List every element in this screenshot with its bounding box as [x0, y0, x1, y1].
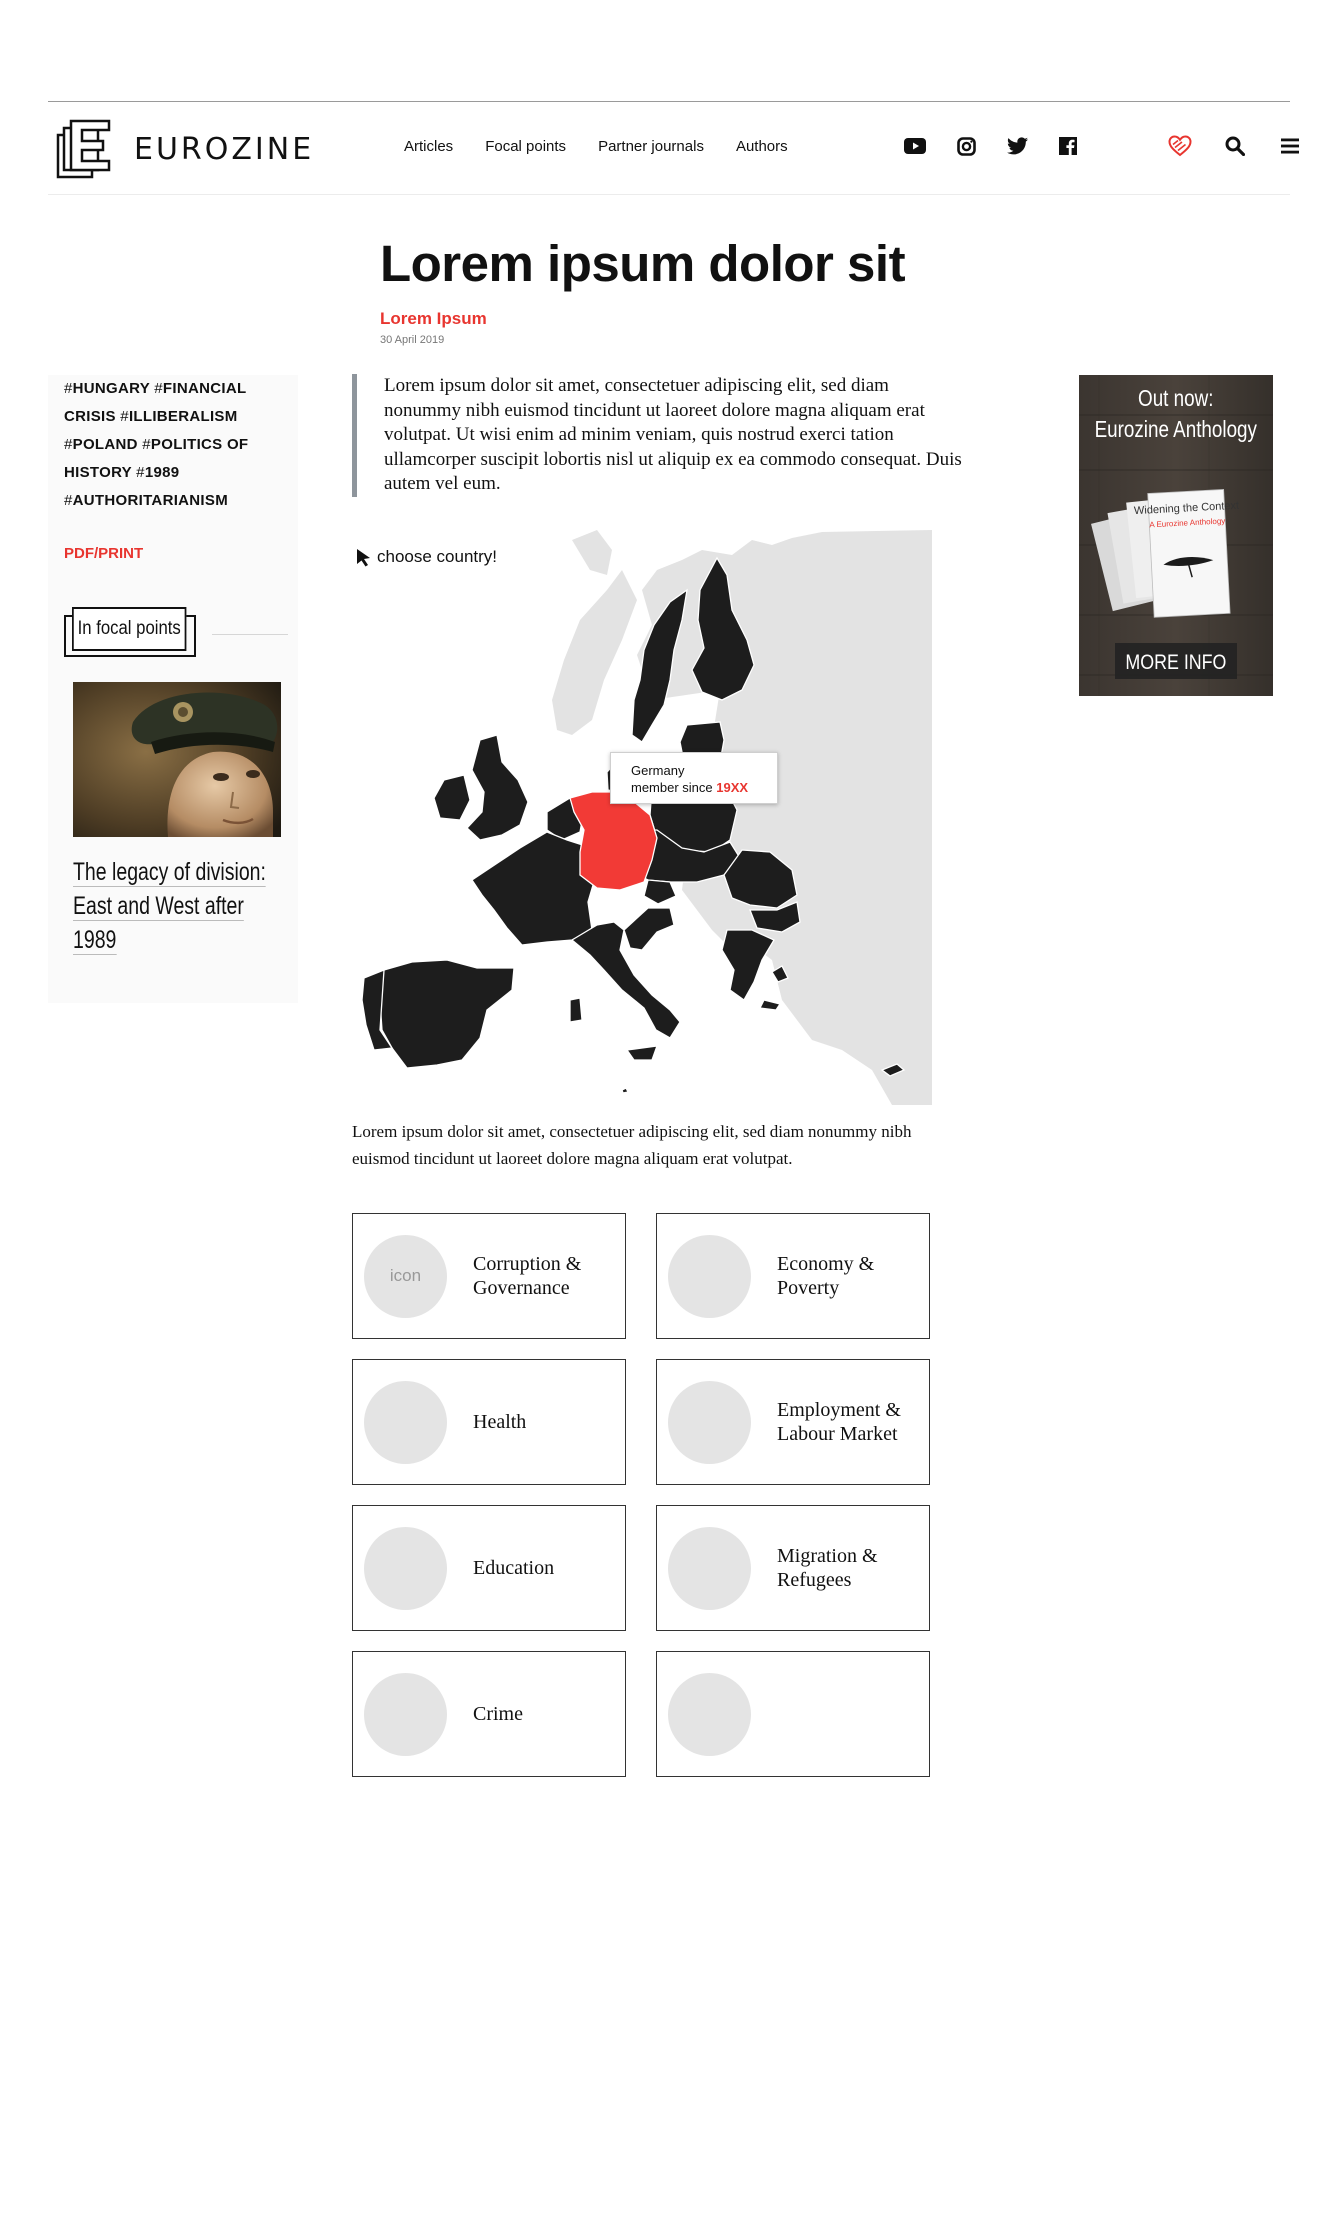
- focal-title-line-3: 1989: [73, 926, 117, 955]
- focal-points-heading-text: In focal points: [72, 607, 187, 651]
- category-icon-placeholder: [364, 1380, 447, 1464]
- category-card-economy[interactable]: Economy & Poverty: [656, 1213, 930, 1339]
- category-label: Health: [473, 1411, 527, 1433]
- article-lead: Lorem ipsum dolor sit amet, consectetuer…: [352, 374, 964, 497]
- article-date: 30 April 2019: [380, 334, 445, 346]
- header-bottom-rule: [48, 194, 1290, 195]
- ad-headline-1: Out now:: [1138, 386, 1213, 411]
- anthology-ad[interactable]: Out now: Eurozine Anthology Widening the…: [1079, 375, 1273, 696]
- category-icon-placeholder: [364, 1672, 447, 1756]
- cursor-arrow-icon: [357, 549, 370, 567]
- focal-point-image[interactable]: [73, 682, 281, 837]
- category-label: Education: [473, 1557, 555, 1579]
- nav-partner-journals[interactable]: Partner journals: [598, 138, 704, 155]
- category-label: Corruption & Governance: [473, 1253, 582, 1299]
- article-title: Lorem ipsum dolor sit: [380, 235, 906, 292]
- category-card-employment[interactable]: Employment & Labour Market: [656, 1359, 930, 1485]
- category-icon-placeholder: [668, 1672, 751, 1756]
- category-icon-placeholder: [364, 1526, 447, 1610]
- tag-1989[interactable]: #1989: [136, 464, 179, 481]
- article-author[interactable]: Lorem Ipsum: [380, 309, 487, 329]
- twitter-icon[interactable]: [1006, 135, 1028, 157]
- tooltip-membership: member since 19XX: [631, 780, 749, 795]
- eurozine-logo-icon: [56, 119, 111, 179]
- header-top-rule: [48, 101, 1290, 102]
- nav-focal-points[interactable]: Focal points: [485, 138, 566, 155]
- category-card-empty[interactable]: [656, 1651, 930, 1777]
- ad-more-info-button[interactable]: MORE INFO: [1125, 651, 1226, 675]
- category-icon-placeholder: [668, 1526, 751, 1610]
- choose-country-prompt[interactable]: choose country!: [355, 547, 497, 567]
- map-germany: [569, 791, 658, 891]
- tag-list: #HUNGARY #FINANCIAL CRISIS #ILLIBERALISM…: [64, 375, 289, 515]
- focal-point-title[interactable]: The legacy of division: East and West af…: [73, 855, 291, 957]
- youtube-icon[interactable]: [904, 135, 926, 157]
- tag-illiberalism[interactable]: #ILLIBERALISM: [120, 408, 237, 425]
- article-body-paragraph: Lorem ipsum dolor sit amet, consectetuer…: [352, 1122, 912, 1168]
- category-card-education[interactable]: Education: [352, 1505, 626, 1631]
- tag-poland[interactable]: #POLAND: [64, 436, 138, 453]
- support-heart-icon[interactable]: [1168, 134, 1192, 158]
- tag-authoritarianism[interactable]: #AUTHORITARIANISM: [64, 492, 228, 509]
- eurozine-logo[interactable]: EUROZINE: [56, 119, 314, 179]
- category-card-crime[interactable]: Crime: [352, 1651, 626, 1777]
- category-icon-placeholder: icon: [364, 1234, 447, 1318]
- search-icon[interactable]: [1223, 134, 1247, 158]
- nav-authors[interactable]: Authors: [736, 138, 788, 155]
- category-grid: icon Corruption & Governance Economy & P…: [352, 1213, 932, 1777]
- category-label: Crime: [473, 1703, 523, 1725]
- header-tools: [1168, 134, 1302, 158]
- map-tooltip: Germany member since 19XX: [610, 752, 778, 804]
- menu-icon[interactable]: [1278, 134, 1302, 158]
- facebook-icon[interactable]: [1057, 135, 1079, 157]
- ad-headline-2: Eurozine Anthology: [1095, 417, 1258, 442]
- logo-text: EUROZINE: [134, 131, 315, 167]
- choose-country-label: choose country!: [377, 547, 498, 566]
- category-label: Employment & Labour Market: [777, 1399, 901, 1445]
- focal-heading-rule: [212, 633, 288, 635]
- category-card-corruption[interactable]: icon Corruption & Governance: [352, 1213, 626, 1339]
- category-icon-placeholder: [668, 1380, 751, 1464]
- nav-articles[interactable]: Articles: [404, 138, 453, 155]
- category-card-health[interactable]: Health: [352, 1359, 626, 1485]
- category-label: Migration & Refugees: [777, 1545, 878, 1591]
- category-card-migration[interactable]: Migration & Refugees: [656, 1505, 930, 1631]
- tooltip-country: Germany: [631, 763, 685, 778]
- social-links: [904, 135, 1079, 157]
- focal-points-heading: In focal points: [64, 607, 288, 657]
- instagram-icon[interactable]: [955, 135, 977, 157]
- article-sidebar: #HUNGARY #FINANCIAL CRISIS #ILLIBERALISM…: [48, 375, 298, 1003]
- focal-title-line-2: East and West after: [73, 892, 244, 921]
- pdf-print-link[interactable]: PDF/PRINT: [64, 545, 143, 562]
- category-icon-placeholder: [668, 1234, 751, 1318]
- tooltip-year: 19XX: [716, 780, 749, 795]
- focal-title-line-1: The legacy of division:: [73, 858, 266, 887]
- europe-map[interactable]: [352, 530, 932, 1105]
- main-nav: Articles Focal points Partner journals A…: [404, 138, 788, 155]
- category-label: Economy & Poverty: [777, 1253, 875, 1299]
- tag-hungary[interactable]: #HUNGARY: [64, 380, 150, 397]
